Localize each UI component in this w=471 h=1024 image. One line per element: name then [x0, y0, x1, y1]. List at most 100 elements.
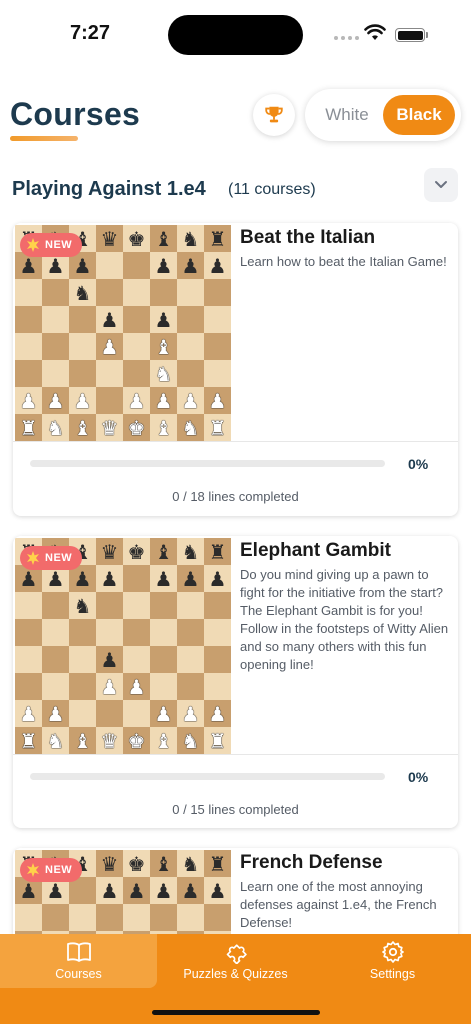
- board-square: ♟: [123, 673, 150, 700]
- black-pawn-icon: ♟: [100, 307, 119, 332]
- board-square: ♝: [69, 414, 96, 441]
- white-queen-icon: ♛: [100, 728, 119, 753]
- board-square: ♟: [96, 646, 123, 673]
- white-pawn-icon: ♟: [181, 701, 200, 726]
- board-square: [96, 360, 123, 387]
- tab-settings[interactable]: Settings: [314, 934, 471, 988]
- tab-courses[interactable]: Courses: [0, 934, 157, 988]
- board-square: ♞: [150, 360, 177, 387]
- board-square: [177, 279, 204, 306]
- course-card[interactable]: ♜♞♝♛♚♝♞♜♟♟♟♟♟♟♟♞♟♟♟♟♟♟♟♟♜♞♝♛♚♝♞♜ NEW Ele…: [13, 536, 458, 828]
- course-board: ♜♞♝♛♚♝♞♜♟♟♟♟♟♟♟♞♟♟♟♟♟♟♟♟♜♞♝♛♚♝♞♜: [15, 538, 231, 754]
- black-knight-icon: ♞: [181, 851, 200, 876]
- board-square: ♞: [177, 850, 204, 877]
- black-pawn-icon: ♟: [154, 253, 173, 278]
- toggle-white[interactable]: White: [315, 95, 379, 135]
- white-rook-icon: ♜: [19, 415, 38, 440]
- new-badge-label: NEW: [45, 239, 73, 251]
- board-square: ♚: [123, 727, 150, 754]
- board-square: [204, 673, 231, 700]
- board-square: ♜: [15, 414, 42, 441]
- board-square: [204, 279, 231, 306]
- white-rook-icon: ♜: [208, 415, 227, 440]
- board-square: ♟: [177, 252, 204, 279]
- wifi-icon: [364, 24, 386, 40]
- board-square: ♛: [96, 225, 123, 252]
- black-pawn-icon: ♟: [208, 253, 227, 278]
- white-king-icon: ♚: [127, 728, 146, 753]
- board-square: ♛: [96, 850, 123, 877]
- white-pawn-icon: ♟: [208, 701, 227, 726]
- black-pawn-icon: ♟: [208, 566, 227, 591]
- board-square: [69, 619, 96, 646]
- board-square: [96, 904, 123, 931]
- board-square: [96, 252, 123, 279]
- tab-label: Courses: [55, 967, 102, 981]
- board-square: [96, 279, 123, 306]
- board-square: ♟: [42, 387, 69, 414]
- board-square: ♟: [96, 673, 123, 700]
- board-square: [42, 360, 69, 387]
- color-toggle[interactable]: White Black: [305, 89, 461, 141]
- board-square: [15, 592, 42, 619]
- new-badge-label: NEW: [45, 552, 73, 564]
- tab-puzzles[interactable]: Puzzles & Quizzes: [157, 934, 314, 988]
- course-card[interactable]: ♜♞♝♛♚♝♞♜♟♟♟♟♟♟♟♟♟♟♟♟♟♟♟♜♞♝♛♚♝♞♜ NEW Fren…: [13, 848, 458, 948]
- board-square: [69, 360, 96, 387]
- white-bishop-icon: ♝: [73, 415, 92, 440]
- board-square: ♟: [96, 306, 123, 333]
- board-square: ♟: [177, 387, 204, 414]
- black-pawn-icon: ♟: [100, 566, 119, 591]
- board-square: [96, 387, 123, 414]
- black-pawn-icon: ♟: [46, 253, 65, 278]
- board-square: ♛: [96, 538, 123, 565]
- collapse-button[interactable]: [424, 168, 458, 202]
- status-bar: 7:27: [0, 0, 471, 70]
- board-square: ♞: [42, 414, 69, 441]
- board-square: [69, 904, 96, 931]
- white-king-icon: ♚: [127, 415, 146, 440]
- board-square: ♟: [15, 387, 42, 414]
- black-pawn-icon: ♟: [19, 253, 38, 278]
- white-bishop-icon: ♝: [154, 415, 173, 440]
- black-pawn-icon: ♟: [73, 253, 92, 278]
- black-king-icon: ♚: [127, 539, 146, 564]
- black-pawn-icon: ♟: [46, 566, 65, 591]
- board-square: ♞: [177, 727, 204, 754]
- card-divider: [13, 441, 458, 442]
- board-square: [204, 306, 231, 333]
- board-square: ♟: [96, 565, 123, 592]
- board-square: [96, 619, 123, 646]
- board-square: [15, 904, 42, 931]
- board-square: ♞: [177, 538, 204, 565]
- black-bishop-icon: ♝: [154, 226, 173, 251]
- toggle-black[interactable]: Black: [383, 95, 455, 135]
- board-square: ♝: [150, 727, 177, 754]
- white-pawn-icon: ♟: [100, 334, 119, 359]
- black-pawn-icon: ♟: [46, 878, 65, 903]
- board-square: ♟: [123, 387, 150, 414]
- board-square: [15, 306, 42, 333]
- board-square: ♞: [69, 279, 96, 306]
- title-underline: [10, 136, 78, 141]
- black-pawn-icon: ♟: [19, 878, 38, 903]
- board-square: [42, 279, 69, 306]
- board-square: [15, 360, 42, 387]
- board-square: ♝: [150, 538, 177, 565]
- board-square: [123, 646, 150, 673]
- course-card[interactable]: ♜♞♝♛♚♝♞♜♟♟♟♟♟♟♞♟♟♟♝♞♟♟♟♟♟♟♟♜♞♝♛♚♝♞♜ NEW …: [13, 223, 458, 516]
- black-bishop-icon: ♝: [154, 539, 173, 564]
- trophy-button[interactable]: [253, 94, 295, 136]
- sparkle-icon: [27, 863, 39, 877]
- white-pawn-icon: ♟: [46, 388, 65, 413]
- board-square: ♝: [150, 225, 177, 252]
- board-square: ♛: [96, 414, 123, 441]
- dynamic-island: [168, 15, 303, 55]
- board-square: [150, 904, 177, 931]
- board-square: [204, 360, 231, 387]
- board-square: ♟: [150, 306, 177, 333]
- white-knight-icon: ♞: [46, 728, 65, 753]
- white-pawn-icon: ♟: [127, 388, 146, 413]
- board-square: ♝: [150, 333, 177, 360]
- board-square: ♚: [123, 414, 150, 441]
